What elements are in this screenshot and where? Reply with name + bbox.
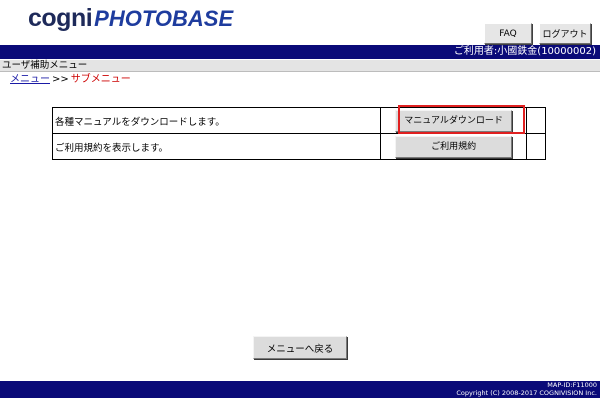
logo-photobase-text: PHOTOBASE [94,6,234,31]
submenu-table: 各種マニュアルをダウンロードします。 マニュアルダウンロード ご利用規約を表示し… [51,105,546,160]
faq-button[interactable]: FAQ [484,23,532,44]
table-spacer-cell [526,107,546,134]
breadcrumb: メニュー >> サブメニュー [10,74,131,86]
breadcrumb-menu-link[interactable]: メニュー [10,74,50,86]
section-title-bar: ユーザ補助メニュー [0,60,600,72]
logo-cogni-text: cogni [28,4,93,32]
breadcrumb-current: サブメニュー [70,74,131,85]
table-spacer-cell [526,133,546,160]
copyright-text: Copyright (C) 2008-2017 COGNIVISION Inc. [456,389,597,397]
table-row: ご利用規約を表示します。 ご利用規約 [51,133,546,160]
back-to-menu-button[interactable]: メニューへ戻る [253,336,347,359]
section-title: ユーザ補助メニュー [2,60,88,71]
breadcrumb-separator: >> [52,74,69,85]
user-info-bar: ご利用者:小國鉄金(10000002) [0,45,600,59]
manual-description: 各種マニュアルをダウンロードします。 [51,107,382,134]
manual-download-button[interactable]: マニュアルダウンロード [395,109,513,132]
footer-bar: MAP-ID:F11000 Copyright (C) 2008-2017 CO… [0,381,600,398]
manual-action-cell: マニュアルダウンロード [380,105,528,134]
user-info-text: ご利用者:小國鉄金(10000002) [453,46,596,57]
terms-of-use-button[interactable]: ご利用規約 [395,135,513,158]
app-logo: cogni PHOTOBASE [28,4,233,38]
table-row: 各種マニュアルをダウンロードします。 マニュアルダウンロード [51,105,546,134]
terms-description: ご利用規約を表示します。 [51,133,382,160]
terms-action-cell: ご利用規約 [380,133,528,160]
logout-button[interactable]: ログアウト [539,23,591,44]
page-id: MAP-ID:F11000 [547,381,597,389]
